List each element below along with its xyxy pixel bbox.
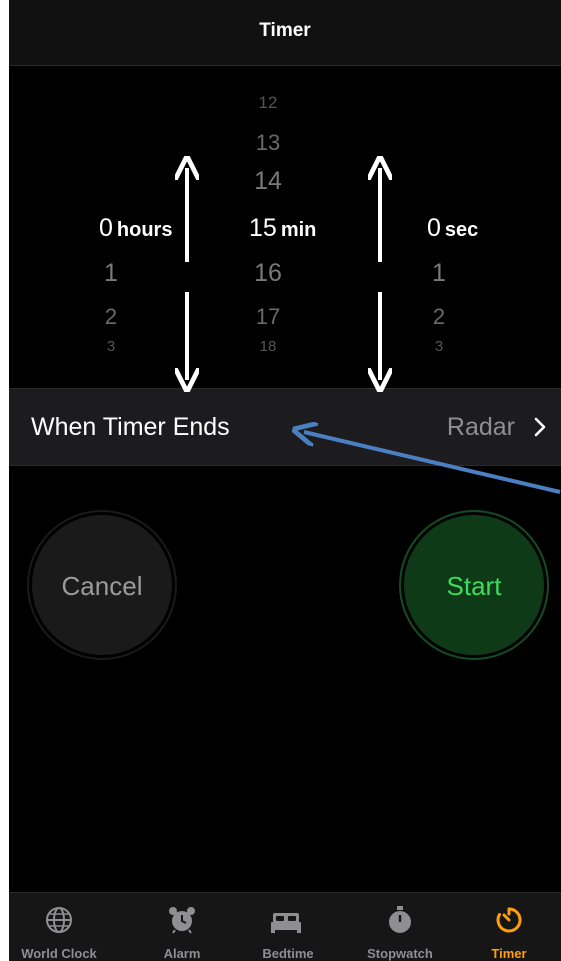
- minutes-value: 15: [249, 214, 277, 242]
- second-option[interactable]: 3: [409, 338, 469, 355]
- tab-label: Stopwatch: [367, 946, 433, 961]
- ringtone-value: Radar: [446, 413, 515, 441]
- duration-picker[interactable]: 12 13 14 0 hours 15 min 0 sec 1 16 1 2 17 2…: [9, 66, 561, 386]
- hours-value: 0: [99, 214, 113, 242]
- hour-option[interactable]: 3: [81, 338, 141, 355]
- chevron-right-icon: [534, 417, 546, 437]
- seconds-value: 0: [427, 214, 441, 242]
- tab-label: Bedtime: [262, 946, 314, 961]
- tab-bedtime[interactable]: Bedtime: [238, 893, 338, 961]
- minute-option[interactable]: 13: [238, 130, 298, 156]
- minutes-unit: min: [280, 219, 317, 241]
- minute-option[interactable]: 12: [238, 93, 298, 113]
- timer-screen: Timer 12 13 14 0 hours 15 min 0 sec 1 16 1 …: [9, 0, 561, 961]
- tab-stopwatch[interactable]: Stopwatch: [350, 893, 450, 961]
- tab-alarm[interactable]: Alarm: [132, 893, 232, 961]
- start-button[interactable]: Start: [401, 512, 547, 658]
- tab-bar: World Clock Alarm Bedtime Stopwatch Time…: [9, 892, 561, 961]
- minute-option[interactable]: 16: [238, 259, 298, 288]
- tab-world-clock[interactable]: World Clock: [9, 893, 109, 961]
- second-option[interactable]: 2: [409, 304, 469, 330]
- start-button-label: Start: [446, 571, 502, 601]
- alarm-clock-icon: [169, 907, 195, 934]
- minute-option[interactable]: 18: [238, 338, 298, 355]
- when-timer-ends-row[interactable]: When Timer Ends Radar: [9, 388, 561, 466]
- globe-icon: [46, 907, 72, 933]
- minute-option[interactable]: 17: [238, 304, 298, 330]
- stopwatch-icon: [389, 906, 411, 933]
- second-option[interactable]: 1: [409, 259, 469, 288]
- hours-selected[interactable]: 0 hours: [99, 214, 172, 243]
- tab-label: Alarm: [163, 946, 201, 961]
- timer-icon: [496, 907, 522, 933]
- hour-option[interactable]: 2: [81, 304, 141, 330]
- cancel-button[interactable]: Cancel: [29, 512, 175, 658]
- bed-icon: [271, 913, 301, 933]
- page-title: Timer: [259, 20, 311, 41]
- hour-option[interactable]: 1: [81, 259, 141, 288]
- minutes-selected[interactable]: 15 min: [249, 214, 316, 243]
- tab-label: Timer: [491, 946, 527, 961]
- tab-timer[interactable]: Timer: [459, 893, 559, 961]
- seconds-unit: sec: [444, 219, 479, 241]
- navigation-header: Timer: [9, 0, 561, 66]
- hours-unit: hours: [116, 219, 173, 241]
- when-timer-ends-label: When Timer Ends: [31, 413, 230, 441]
- cancel-button-label: Cancel: [61, 571, 143, 601]
- seconds-selected[interactable]: 0 sec: [427, 214, 478, 243]
- minute-option[interactable]: 14: [238, 167, 298, 196]
- tab-label: World Clock: [21, 946, 97, 961]
